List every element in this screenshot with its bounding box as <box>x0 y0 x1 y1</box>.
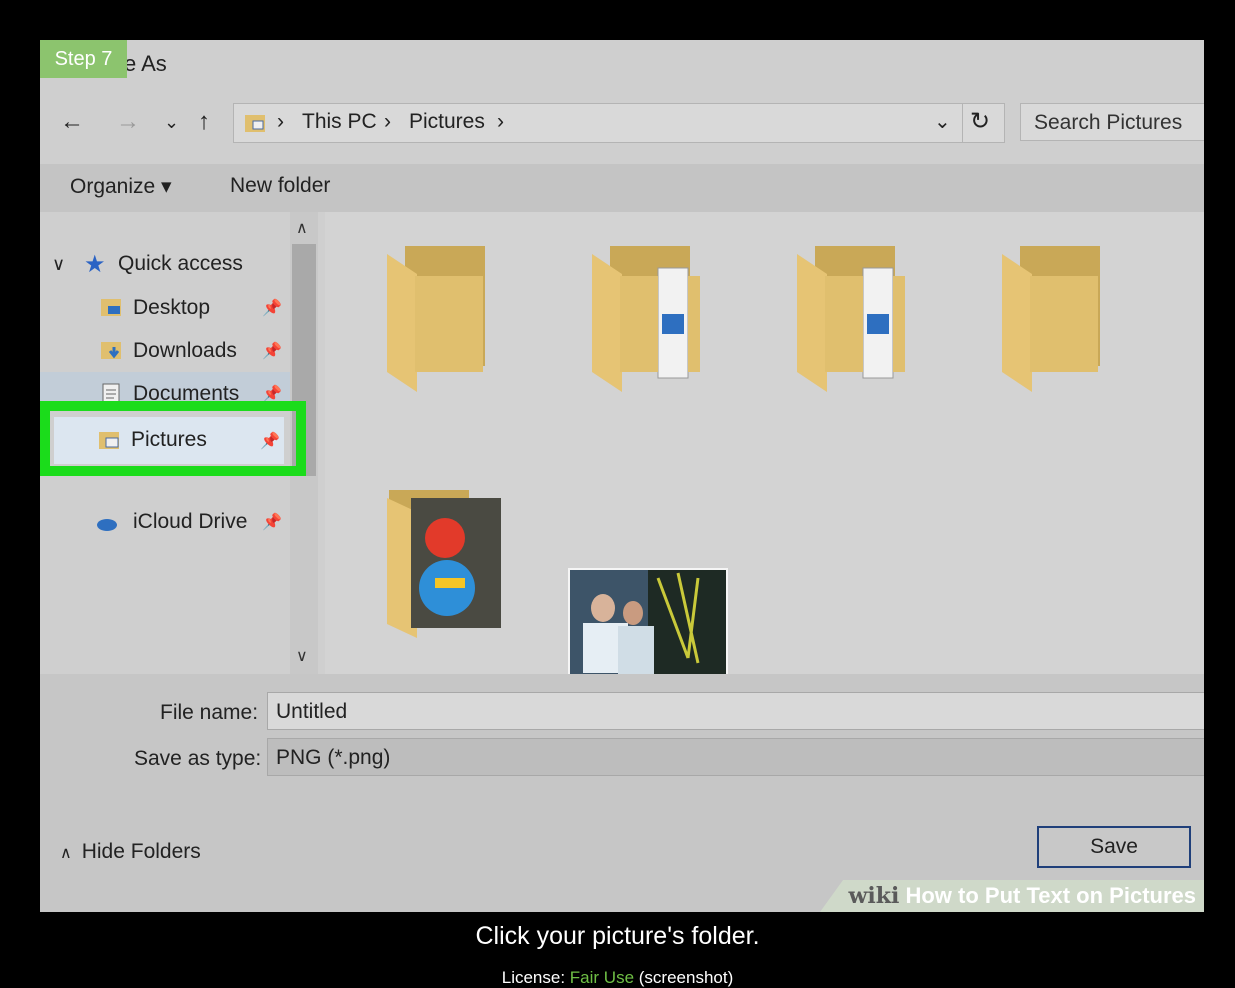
search-input[interactable]: Search Pictures <box>1020 103 1204 141</box>
folder-with-documents-icon[interactable] <box>795 244 915 394</box>
folder-with-documents-icon[interactable] <box>590 244 710 394</box>
license-type-link[interactable]: Fair Use <box>570 968 634 987</box>
folder-icon[interactable] <box>1000 244 1110 394</box>
watermark-brand: wiki <box>848 883 900 909</box>
save-options-panel: File name: Untitled Save as type: PNG (*… <box>40 674 1204 912</box>
new-folder-button[interactable]: New folder <box>230 174 330 198</box>
window-title: e As <box>124 51 167 76</box>
save-as-dialog: Step 7 e As ← → ⌄ ↑ › This PC › Pictures… <box>40 40 1204 912</box>
breadcrumb-sep-icon: › <box>497 110 504 133</box>
chevron-down-icon[interactable]: ⌄ <box>934 109 951 134</box>
folder-with-photo-icon[interactable] <box>385 488 505 638</box>
pin-icon[interactable]: 📌 <box>262 512 282 532</box>
file-name-label: File name: <box>160 701 259 724</box>
pictures-folder-icon <box>245 115 265 132</box>
pin-icon[interactable]: 📌 <box>260 431 280 451</box>
folder-icon[interactable] <box>385 244 495 394</box>
chevron-up-icon: ∧ <box>60 845 72 862</box>
sidebar-item-quick-access[interactable]: Quick access <box>118 252 243 276</box>
breadcrumb-this-pc[interactable]: This PC <box>302 110 377 134</box>
license-prefix: License: <box>501 968 566 987</box>
sidebar-item-pictures[interactable]: Pictures 📌 <box>54 417 284 464</box>
forward-icon[interactable]: → <box>116 108 140 136</box>
sidebar-item-icloud-drive[interactable]: iCloud Drive <box>133 510 247 534</box>
chevron-up-icon[interactable]: ∧ <box>296 218 308 238</box>
star-icon: ★ <box>84 251 106 278</box>
highlight-box: Pictures 📌 <box>40 401 306 476</box>
cloud-icon <box>97 519 117 531</box>
breadcrumb-pictures[interactable]: Pictures <box>409 110 485 134</box>
back-icon[interactable]: ← <box>60 108 84 136</box>
refresh-icon[interactable]: ↻ <box>970 107 990 136</box>
desktop-folder-icon <box>101 299 121 316</box>
watermark-title: How to Put Text on Pictures <box>905 883 1196 908</box>
chevron-down-icon[interactable]: ∨ <box>52 254 65 275</box>
pin-icon[interactable]: 📌 <box>262 341 282 361</box>
organize-button[interactable]: Organize ▾ <box>70 174 172 199</box>
address-bar[interactable]: › This PC › Pictures › ⌄ ↻ <box>233 103 1005 143</box>
photo-thumbnail[interactable] <box>568 568 728 676</box>
save-as-type-select[interactable]: PNG (*.png) <box>267 738 1204 776</box>
divider <box>962 104 963 142</box>
sidebar-item-label: Pictures <box>131 428 207 451</box>
breadcrumb-sep-icon: › <box>277 110 284 133</box>
file-list <box>325 212 1204 676</box>
hide-folders-label: Hide Folders <box>81 840 201 863</box>
recent-locations-icon[interactable]: ⌄ <box>164 108 179 136</box>
hide-folders-button[interactable]: ∧ Hide Folders <box>60 840 201 864</box>
sidebar-item-downloads[interactable]: Downloads <box>133 339 237 363</box>
caption: Click your picture's folder. <box>475 922 760 950</box>
pictures-folder-icon <box>99 432 119 449</box>
chevron-down-icon[interactable]: ∨ <box>296 646 308 666</box>
pin-icon[interactable]: 📌 <box>262 298 282 318</box>
file-name-input[interactable]: Untitled <box>267 692 1204 730</box>
breadcrumb-sep-icon: › <box>384 110 391 133</box>
license-suffix: (screenshot) <box>638 968 734 987</box>
step-badge: Step 7 <box>40 40 127 78</box>
downloads-folder-icon <box>101 342 121 359</box>
save-as-type-label: Save as type: <box>134 747 262 770</box>
sidebar-item-desktop[interactable]: Desktop <box>133 296 210 320</box>
watermark: wiki How to Put Text on Pictures <box>820 880 1204 912</box>
license-line: License: Fair Use (screenshot) <box>0 968 1235 988</box>
save-button[interactable]: Save <box>1037 826 1191 868</box>
up-icon[interactable]: ↑ <box>198 108 210 136</box>
command-bar: Organize ▾ New folder <box>40 164 1204 212</box>
